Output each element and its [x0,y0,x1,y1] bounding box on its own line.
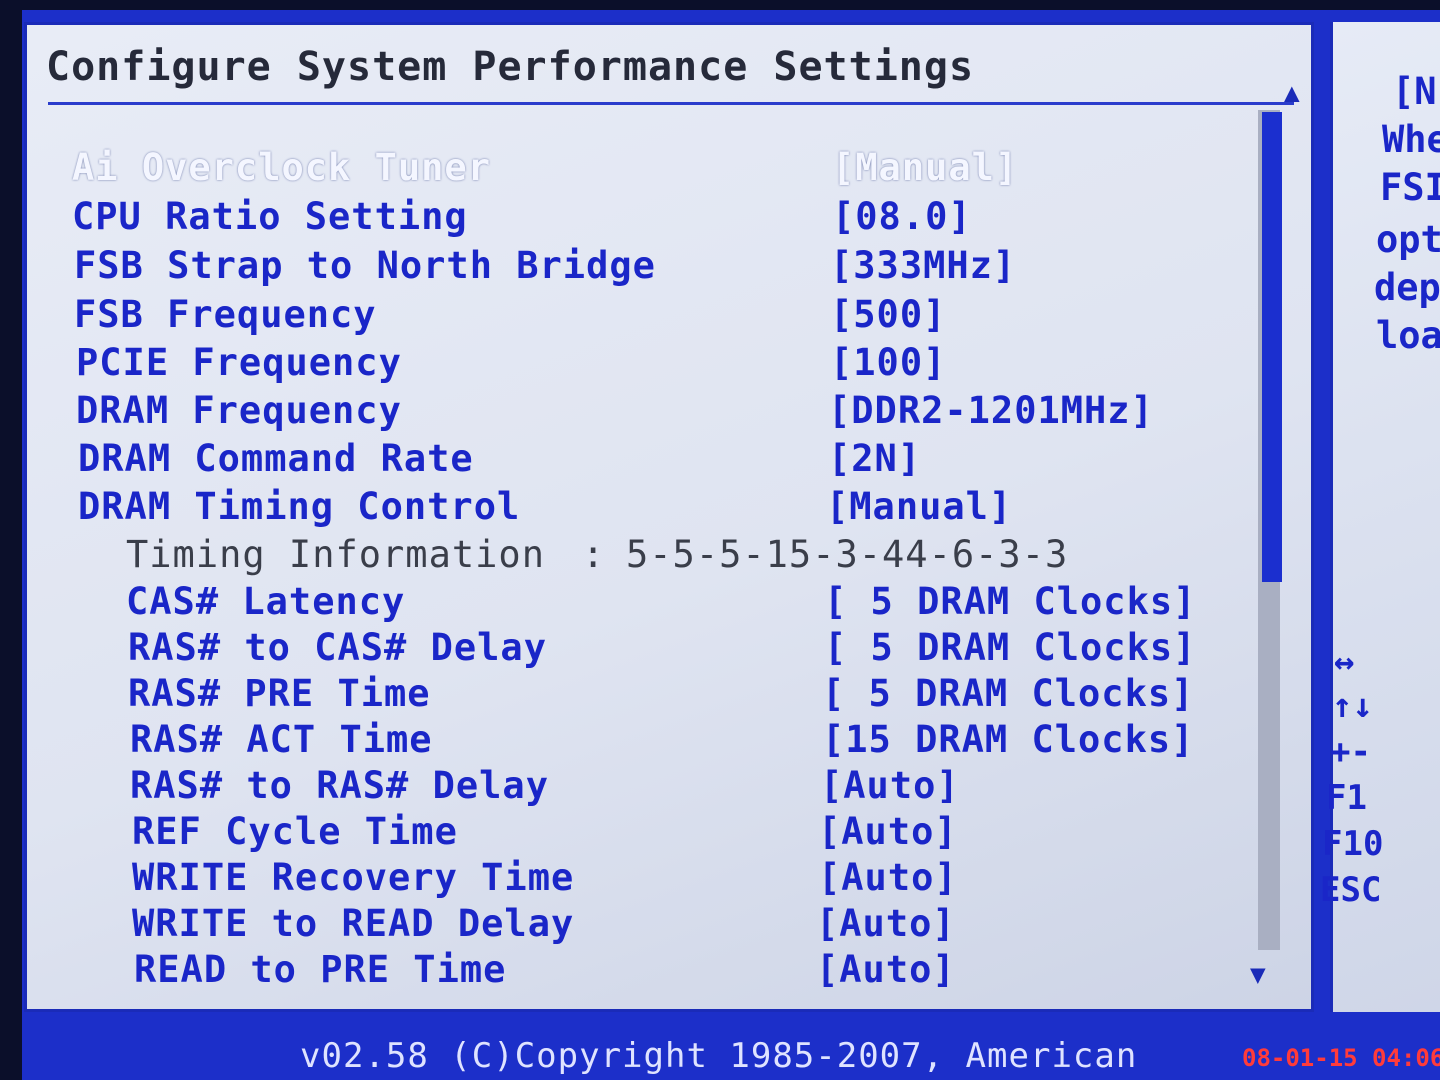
help-line: opt [1376,218,1440,261]
up-down-arrow-icon: ↑↓ [1332,686,1373,726]
setting-label: RAS# ACT Time [130,718,433,761]
setting-value[interactable]: [ 5 DRAM Clocks] [822,672,1194,715]
setting-label: DRAM Frequency [76,389,402,432]
setting-value[interactable]: [Manual] [826,485,1012,528]
timing-info-value: 5-5-5-15-3-44-6-3-3 [626,533,1069,576]
setting-label: FSB Frequency [74,293,377,336]
scrollbar-thumb[interactable] [1262,112,1282,582]
setting-value[interactable]: [Auto] [816,948,956,991]
setting-value[interactable]: [ 5 DRAM Clocks] [824,626,1196,669]
setting-label: WRITE Recovery Time [132,856,575,899]
setting-value[interactable]: [Auto] [816,902,956,945]
setting-label: RAS# PRE Time [128,672,431,715]
scroll-up-arrow-icon[interactable]: ▲ [1284,78,1300,108]
f10-key: F10 [1322,824,1384,864]
setting-value[interactable]: [Manual] [832,146,1018,189]
left-right-arrow-icon: ↔ [1334,642,1355,682]
help-line: dep [1374,266,1440,309]
setting-value[interactable]: [2N] [828,437,921,480]
copyright-footer: v02.58 (C)Copyright 1985-2007, American [300,1036,1138,1076]
setting-label: READ to PRE Time [134,948,507,991]
setting-value[interactable]: [DDR2-1201MHz] [828,389,1154,432]
plus-minus-key: +- [1330,732,1371,772]
setting-value[interactable]: [333MHz] [830,244,1016,287]
setting-value[interactable]: [Auto] [818,810,958,853]
title-divider [48,102,1294,105]
setting-label: RAS# to RAS# Delay [130,764,549,807]
setting-label: CAS# Latency [126,580,406,623]
setting-label: Ai Overclock Tuner [72,146,491,189]
setting-value[interactable]: [500] [830,293,946,336]
setting-label: CPU Ratio Setting [72,195,468,238]
help-line: loa [1376,314,1440,357]
help-line: Whe [1382,118,1440,161]
camera-date-stamp: 08-01-15 04:06 [1242,1044,1440,1072]
setting-value[interactable]: [08.0] [832,195,972,238]
setting-value[interactable]: [15 DRAM Clocks] [822,718,1194,761]
esc-key: ESC [1320,870,1382,910]
setting-label: RAS# to CAS# Delay [128,626,547,669]
help-line: FSI [1380,166,1440,209]
setting-value[interactable]: [100] [830,341,946,384]
setting-label: FSB Strap to North Bridge [74,244,656,287]
setting-value[interactable]: [Auto] [820,764,960,807]
setting-label: PCIE Frequency [76,341,402,384]
setting-value[interactable]: [Auto] [818,856,958,899]
timing-info-separator: : [582,533,606,576]
setting-label: REF Cycle Time [132,810,458,853]
page-title: Configure System Performance Settings [46,44,975,90]
help-line: [N [1392,70,1437,113]
setting-label: WRITE to READ Delay [132,902,575,945]
setting-label: DRAM Command Rate [78,437,474,480]
setting-label: DRAM Timing Control [78,485,521,528]
f1-key: F1 [1326,778,1367,818]
timing-info-label: Timing Information [126,533,545,576]
setting-value[interactable]: [ 5 DRAM Clocks] [824,580,1196,623]
scroll-down-arrow-icon[interactable]: ▼ [1250,960,1266,990]
